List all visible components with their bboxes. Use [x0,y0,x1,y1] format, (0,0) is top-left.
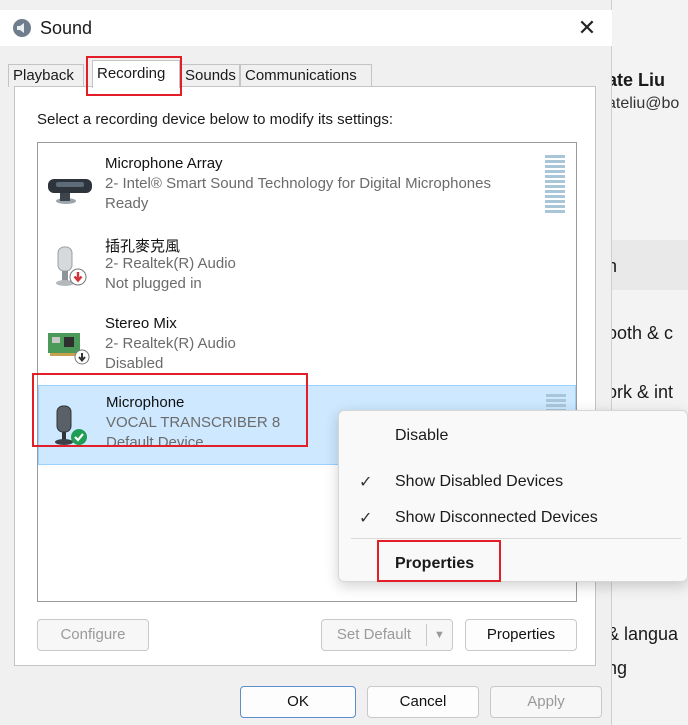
instruction-text: Select a recording device below to modif… [37,111,394,128]
tab-sounds[interactable]: Sounds [180,64,240,87]
device-driver: 2- Intel® Smart Sound Technology for Dig… [105,175,491,192]
device-name: 插孔麥克風 [105,238,181,255]
sound-dialog: Sound ✕ Playback Recording Sounds Commun… [0,0,612,725]
account-name: ate Liu [607,70,666,90]
set-default-label: Set Default [336,626,412,643]
device-name: Microphone Array [105,155,223,172]
account-email: ateliu@bo [607,95,680,112]
device-name: Stereo Mix [105,315,177,332]
highlight-properties-item [377,540,501,582]
highlight-microphone-device [32,373,308,447]
device-status: Disabled [105,355,164,372]
chevron-down-icon[interactable]: ▼ [426,624,452,646]
tab-communications[interactable]: Communications [240,64,372,87]
device-microphone-array[interactable]: Microphone Array 2- Intel® Smart Sound T… [38,147,576,227]
menu-item-label: Disable [395,427,449,444]
title-bar: Sound ✕ [0,10,612,46]
menu-item-show-disabled[interactable]: ✓ Show Disabled Devices [339,465,688,501]
menu-separator [351,538,681,539]
checkmark-icon: ✓ [359,474,373,491]
set-default-button[interactable]: Set Default ▼ [321,619,453,651]
sound-card-icon [48,333,90,365]
cancel-button[interactable]: Cancel [367,686,479,718]
device-driver: 2- Realtek(R) Audio [105,255,236,272]
dialog-title: Sound [40,18,93,38]
device-status: Not plugged in [105,275,202,292]
checkmark-icon: ✓ [359,510,373,527]
jack-microphone-icon [56,246,87,286]
tab-playback[interactable]: Playback [8,64,84,87]
device-driver: 2- Realtek(R) Audio [105,335,236,352]
nav-item-network[interactable]: ork & int [607,382,673,403]
device-status: Ready [105,195,149,212]
device-properties-button[interactable]: Properties [465,619,577,651]
menu-item-show-disconnected[interactable]: ✓ Show Disconnected Devices [339,501,688,537]
highlight-recording-tab [86,56,182,96]
apply-button[interactable]: Apply [490,686,602,718]
microphone-array-icon [48,179,92,204]
nav-item-language[interactable]: & langua [607,624,678,645]
speaker-icon [13,19,31,37]
ok-button[interactable]: OK [240,686,356,718]
configure-button[interactable]: Configure [37,619,149,651]
level-meter [545,155,565,215]
menu-item-label: Show Disabled Devices [395,473,564,490]
menu-item-disable[interactable]: Disable [339,419,688,455]
nav-item-bluetooth[interactable]: ooth & c [607,323,673,344]
close-button[interactable]: ✕ [572,13,602,43]
device-jack-microphone[interactable]: 插孔麥克風 2- Realtek(R) Audio Not plugged in [38,227,576,307]
menu-item-label: Show Disconnected Devices [395,509,598,526]
